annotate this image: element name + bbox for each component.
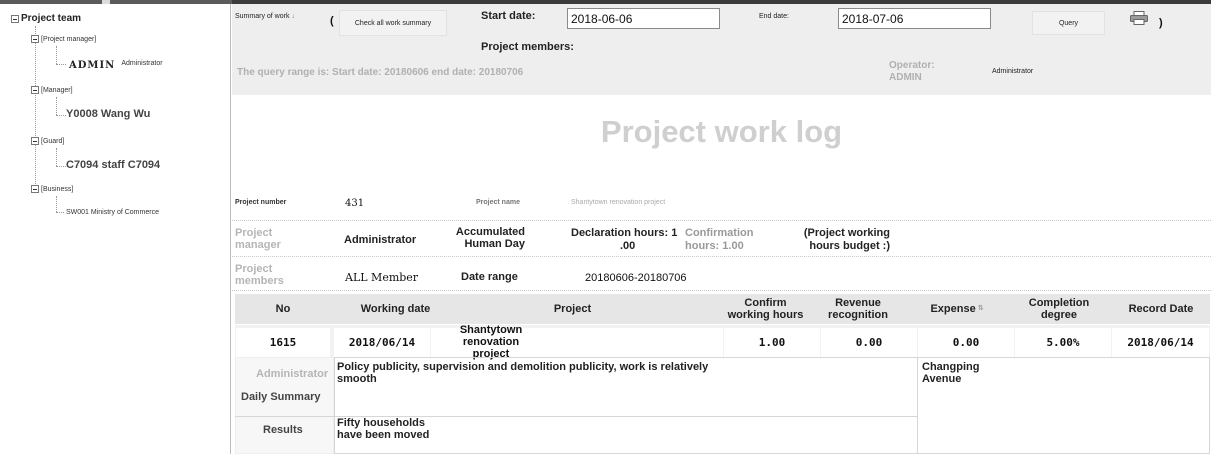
project-manager-label: Project manager	[235, 227, 281, 251]
table-header: No Working date Project Confirm working …	[235, 294, 1210, 324]
tree-leaf-member[interactable]: SW001 Ministry of Commerce	[66, 209, 159, 216]
open-paren: (	[330, 15, 334, 27]
cell-no: 1615	[236, 328, 330, 357]
date-range-label: Date range	[461, 271, 518, 283]
detail-user: Administrator	[256, 368, 329, 380]
tree-group-business[interactable]: [Business]	[31, 185, 73, 193]
sort-icon[interactable]: ⇅	[978, 303, 984, 315]
query-toolbar: Summary of work ↓ ( Check all work summa…	[232, 4, 1211, 95]
column-header-revenue[interactable]: Revenue recognition	[822, 294, 894, 324]
detail-location: Changping Avenue	[922, 361, 980, 385]
tree-trunk	[35, 26, 36, 192]
query-range-text: The query range is: Start date: 20180606…	[237, 67, 524, 78]
operator-name: Administrator	[992, 68, 1034, 75]
start-date-label: Start date:	[481, 10, 536, 22]
tree-leaf-admin[interactable]: ADMIN Administrator	[69, 60, 163, 71]
project-members-label: Project members	[235, 263, 284, 287]
column-header-working-date[interactable]: Working date	[331, 294, 460, 324]
tree-group-label: [Guard]	[41, 137, 65, 145]
tree-group-guard[interactable]: [Guard]	[31, 137, 64, 145]
project-manager-value: Administrator	[344, 234, 417, 246]
daily-summary-text: Policy publicity, supervision and demoli…	[337, 361, 709, 385]
cell-expense: 0.00	[918, 328, 1014, 357]
collapse-icon[interactable]	[11, 14, 19, 23]
tree-leaf-member[interactable]: C7094 staff C7094	[66, 159, 160, 171]
column-header-project[interactable]: Project	[460, 294, 685, 324]
collapse-icon[interactable]	[31, 185, 39, 193]
collapse-icon[interactable]	[31, 86, 39, 94]
column-header-record-date[interactable]: Record Date	[1113, 294, 1209, 324]
project-name-value: Shantytown renovation project	[571, 199, 666, 206]
column-header-confirm-hours[interactable]: Confirm working hours	[726, 294, 805, 324]
main-panel: Summary of work ↓ ( Check all work summa…	[232, 4, 1211, 454]
cell-record-date: 2018/06/14	[1112, 328, 1209, 357]
printer-icon[interactable]	[1130, 11, 1148, 25]
tree-group-label: [Manager]	[41, 86, 73, 94]
cell-project: Shantytown renovation project	[431, 324, 723, 360]
tree-root[interactable]: Project team	[11, 13, 81, 24]
collapse-icon[interactable]	[31, 35, 39, 43]
table-row[interactable]: 1615 2018/06/14 Shantytown renovation pr…	[235, 324, 1210, 360]
project-team-tree: Project team [Project manager] ADMIN Adm…	[0, 4, 231, 454]
project-number-label: Project number	[235, 199, 287, 206]
tree-group-label: [Project manager]	[41, 35, 97, 43]
accumulated-human-day-label: Accumulated Human Day	[455, 226, 525, 250]
tree-root-label: Project team	[21, 13, 82, 24]
operator-label: Operator: ADMIN	[889, 60, 935, 83]
cell-working-date: 2018/06/14	[334, 328, 430, 357]
report-title: Project work log	[600, 114, 843, 149]
tree-group-label: [Business]	[41, 185, 74, 193]
close-paren: )	[1159, 17, 1163, 29]
daily-summary-label: Daily Summary	[241, 391, 321, 403]
project-name-label: Project name	[476, 199, 520, 206]
summary-of-work-label: Summary of work ↓	[235, 13, 295, 20]
project-members-value: ALL Member	[345, 271, 419, 284]
end-date-label: End date:	[759, 13, 789, 20]
member-name: Administrator	[121, 60, 163, 67]
column-header-no[interactable]: No	[235, 294, 331, 324]
date-range-value: 20180606-20180706	[585, 272, 687, 284]
query-button[interactable]: Query	[1032, 11, 1105, 35]
cell-revenue: 0.00	[821, 328, 917, 357]
end-date-input[interactable]: 2018-07-06	[838, 8, 991, 29]
confirmation-hours: Confirmation hours: 1.00	[685, 227, 754, 252]
declaration-hours: Declaration hours: 1 .00	[571, 227, 678, 252]
column-header-expense[interactable]: Expense ⇅	[919, 294, 995, 324]
column-header-completion[interactable]: Completion degree	[1021, 294, 1097, 324]
check-all-work-summary-button[interactable]: Check all work summary	[339, 10, 447, 36]
cell-completion: 5.00%	[1015, 328, 1111, 357]
member-code: ADMIN	[69, 60, 116, 71]
results-label: Results	[263, 424, 303, 436]
tree-group-manager[interactable]: [Manager]	[31, 86, 73, 94]
tree-leaf-member[interactable]: Y0008 Wang Wu	[66, 108, 150, 120]
project-number-value: 431	[345, 198, 365, 209]
tree-group-project-manager[interactable]: [Project manager]	[31, 35, 96, 43]
project-members-label: Project members:	[481, 41, 574, 53]
project-hours-budget: (Project working hours budget :)	[803, 227, 890, 252]
start-date-input[interactable]: 2018-06-06	[567, 8, 720, 29]
collapse-icon[interactable]	[31, 137, 39, 145]
results-text: Fifty households have been moved	[337, 417, 430, 441]
cell-confirm-hours: 1.00	[724, 328, 820, 357]
